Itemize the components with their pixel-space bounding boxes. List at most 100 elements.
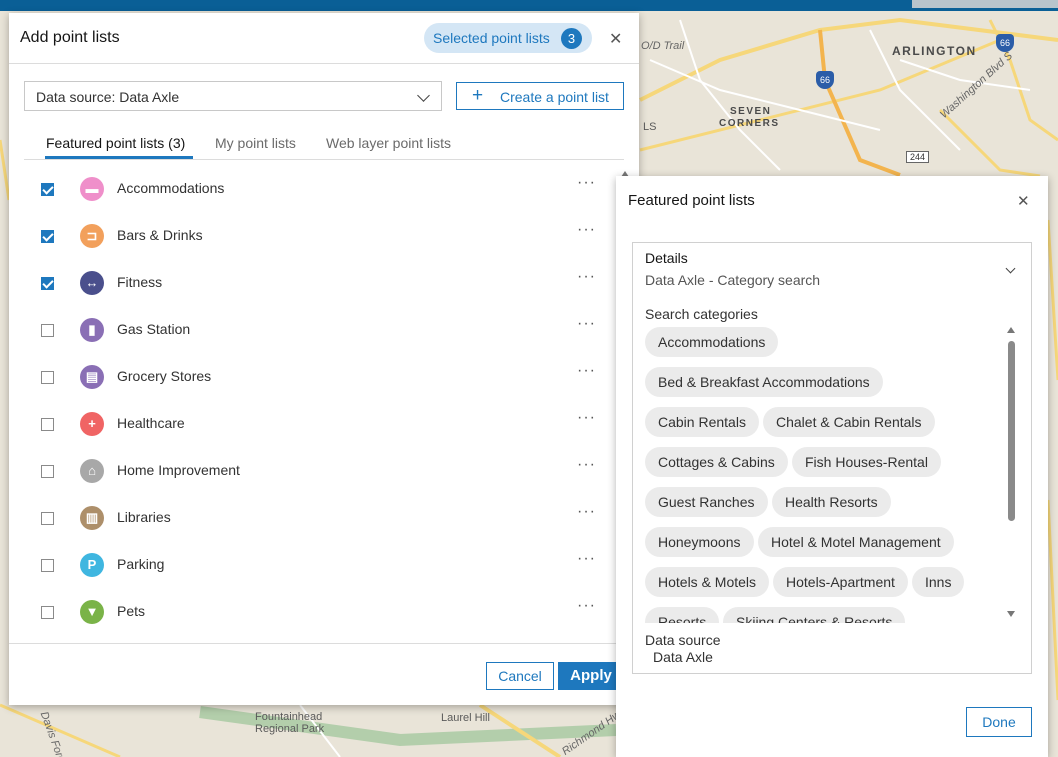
item-label: Parking <box>117 556 165 572</box>
item-checkbox[interactable] <box>41 371 54 384</box>
point-list: ▬ Accommodations ··· ⊐ Bars & Drinks ··· ↔ Fitn… <box>24 175 620 627</box>
panel-title: Featured point lists <box>628 192 755 209</box>
more-options-icon[interactable]: ··· <box>577 597 596 615</box>
details-title: Details <box>645 250 688 266</box>
item-label: Libraries <box>117 509 171 525</box>
category-chip: Cabin Rentals <box>645 407 759 437</box>
item-label: Fitness <box>117 274 163 290</box>
data-source-text: Data Axle <box>653 649 713 665</box>
map-label-seven: SEVEN <box>730 106 772 117</box>
more-options-icon[interactable]: ··· <box>577 221 596 239</box>
house-icon: ⌂ <box>80 459 104 483</box>
category-chip: Hotels & Motels <box>645 567 770 597</box>
apply-button[interactable]: Apply <box>558 662 624 690</box>
list-item[interactable]: ▥ Libraries ··· <box>24 495 614 542</box>
route-marker: 244 <box>906 151 930 163</box>
create-point-list-label: Create a point list <box>500 89 609 105</box>
parking-icon: P <box>80 553 104 577</box>
more-options-icon[interactable]: ··· <box>577 268 596 286</box>
list-item[interactable]: + Healthcare ··· <box>24 401 614 448</box>
map-label-laurel-hill: Laurel Hill <box>441 712 490 724</box>
dialog-title: Add point lists <box>20 29 120 46</box>
map-label-regional-park: Regional Park <box>255 723 325 735</box>
item-checkbox[interactable] <box>41 418 54 431</box>
category-chip: Honeymoons <box>645 527 754 557</box>
more-options-icon[interactable]: ··· <box>577 362 596 380</box>
list-item[interactable]: ▼ Pets ··· <box>24 589 614 627</box>
more-options-icon[interactable]: ··· <box>577 409 596 427</box>
search-categories-title: Search categories <box>645 306 758 322</box>
category-chip: Hotels-Apartment <box>773 567 908 597</box>
tab-web-layer-point-lists[interactable]: Web layer point lists <box>326 135 451 151</box>
map-label-od-trail: O/D Trail <box>641 40 685 52</box>
map-label-arlington: ARLINGTON <box>892 44 977 58</box>
dialog-header: Add point lists Selected point lists 3 ✕ <box>9 13 639 64</box>
item-checkbox[interactable] <box>41 465 54 478</box>
category-chip: Bed & Breakfast Accommodations <box>645 367 883 397</box>
category-chip-list: Accommodations Bed & Breakfast Accommodat… <box>645 327 995 623</box>
chevron-down-icon[interactable] <box>1005 263 1016 274</box>
more-options-icon[interactable]: ··· <box>577 315 596 333</box>
scroll-up-icon[interactable] <box>1007 327 1015 333</box>
category-chip: Inns <box>912 567 965 597</box>
cross-icon: + <box>80 412 104 436</box>
tab-bar: Featured point lists (3) My point lists … <box>24 128 624 160</box>
categories-scrollbar[interactable] <box>1007 327 1017 617</box>
tab-my-point-lists[interactable]: My point lists <box>215 135 296 151</box>
data-source-value: Data source: Data Axle <box>36 89 180 105</box>
pet-icon: ▼ <box>80 600 104 624</box>
book-icon: ▥ <box>80 506 104 530</box>
list-item[interactable]: ▮ Gas Station ··· <box>24 307 614 354</box>
selected-count-badge: 3 <box>561 28 582 49</box>
map-label-corners: CORNERS <box>719 118 780 129</box>
chevron-down-icon <box>417 89 430 102</box>
data-source-select[interactable]: Data source: Data Axle <box>24 81 442 111</box>
more-options-icon[interactable]: ··· <box>577 503 596 521</box>
item-checkbox[interactable] <box>41 277 54 290</box>
category-chip: Resorts <box>645 607 720 623</box>
map-top-bar <box>0 0 1058 11</box>
done-button[interactable]: Done <box>966 707 1032 737</box>
data-source-label: Data source <box>645 632 721 648</box>
close-icon[interactable]: ✕ <box>1017 192 1030 210</box>
item-label: Healthcare <box>117 415 185 431</box>
list-item[interactable]: ▤ Grocery Stores ··· <box>24 354 614 401</box>
item-label: Accommodations <box>117 180 225 196</box>
list-item[interactable]: ▬ Accommodations ··· <box>24 175 614 213</box>
close-icon[interactable]: ✕ <box>609 29 622 49</box>
item-checkbox[interactable] <box>41 559 54 572</box>
active-tab-indicator <box>45 156 193 159</box>
create-point-list-button[interactable]: + Create a point list <box>456 82 624 110</box>
selected-point-lists-label: Selected point lists <box>433 30 550 46</box>
list-item[interactable]: ⌂ Home Improvement ··· <box>24 448 614 495</box>
scrollbar-thumb[interactable] <box>1008 341 1015 521</box>
dumbbell-icon: ↔ <box>80 271 104 295</box>
plus-icon: + <box>472 85 484 106</box>
interstate-shield-icon: 66 <box>996 34 1014 52</box>
item-checkbox[interactable] <box>41 606 54 619</box>
tab-featured-point-lists[interactable]: Featured point lists (3) <box>46 135 185 151</box>
list-item[interactable]: ⊐ Bars & Drinks ··· <box>24 213 614 260</box>
category-chip: Hotel & Motel Management <box>758 527 954 557</box>
item-label: Bars & Drinks <box>117 227 203 243</box>
more-options-icon[interactable]: ··· <box>577 175 596 192</box>
more-options-icon[interactable]: ··· <box>577 456 596 474</box>
bed-icon: ▬ <box>80 177 104 201</box>
list-item[interactable]: ↔ Fitness ··· <box>24 260 614 307</box>
list-item[interactable]: P Parking ··· <box>24 542 614 589</box>
map-top-bar-search <box>912 0 1058 8</box>
category-chip: Fish Houses-Rental <box>792 447 941 477</box>
category-chip: Chalet & Cabin Rentals <box>763 407 935 437</box>
category-chip: Cottages & Cabins <box>645 447 788 477</box>
scroll-down-icon[interactable] <box>1007 611 1015 617</box>
item-checkbox[interactable] <box>41 183 54 196</box>
cancel-button[interactable]: Cancel <box>486 662 554 690</box>
item-checkbox[interactable] <box>41 230 54 243</box>
item-label: Pets <box>117 603 146 619</box>
interstate-shield-icon: 66 <box>816 71 834 89</box>
item-checkbox[interactable] <box>41 512 54 525</box>
item-checkbox[interactable] <box>41 324 54 337</box>
details-subtitle: Data Axle - Category search <box>645 272 821 288</box>
more-options-icon[interactable]: ··· <box>577 550 596 568</box>
selected-point-lists-button[interactable]: Selected point lists 3 <box>424 23 592 53</box>
